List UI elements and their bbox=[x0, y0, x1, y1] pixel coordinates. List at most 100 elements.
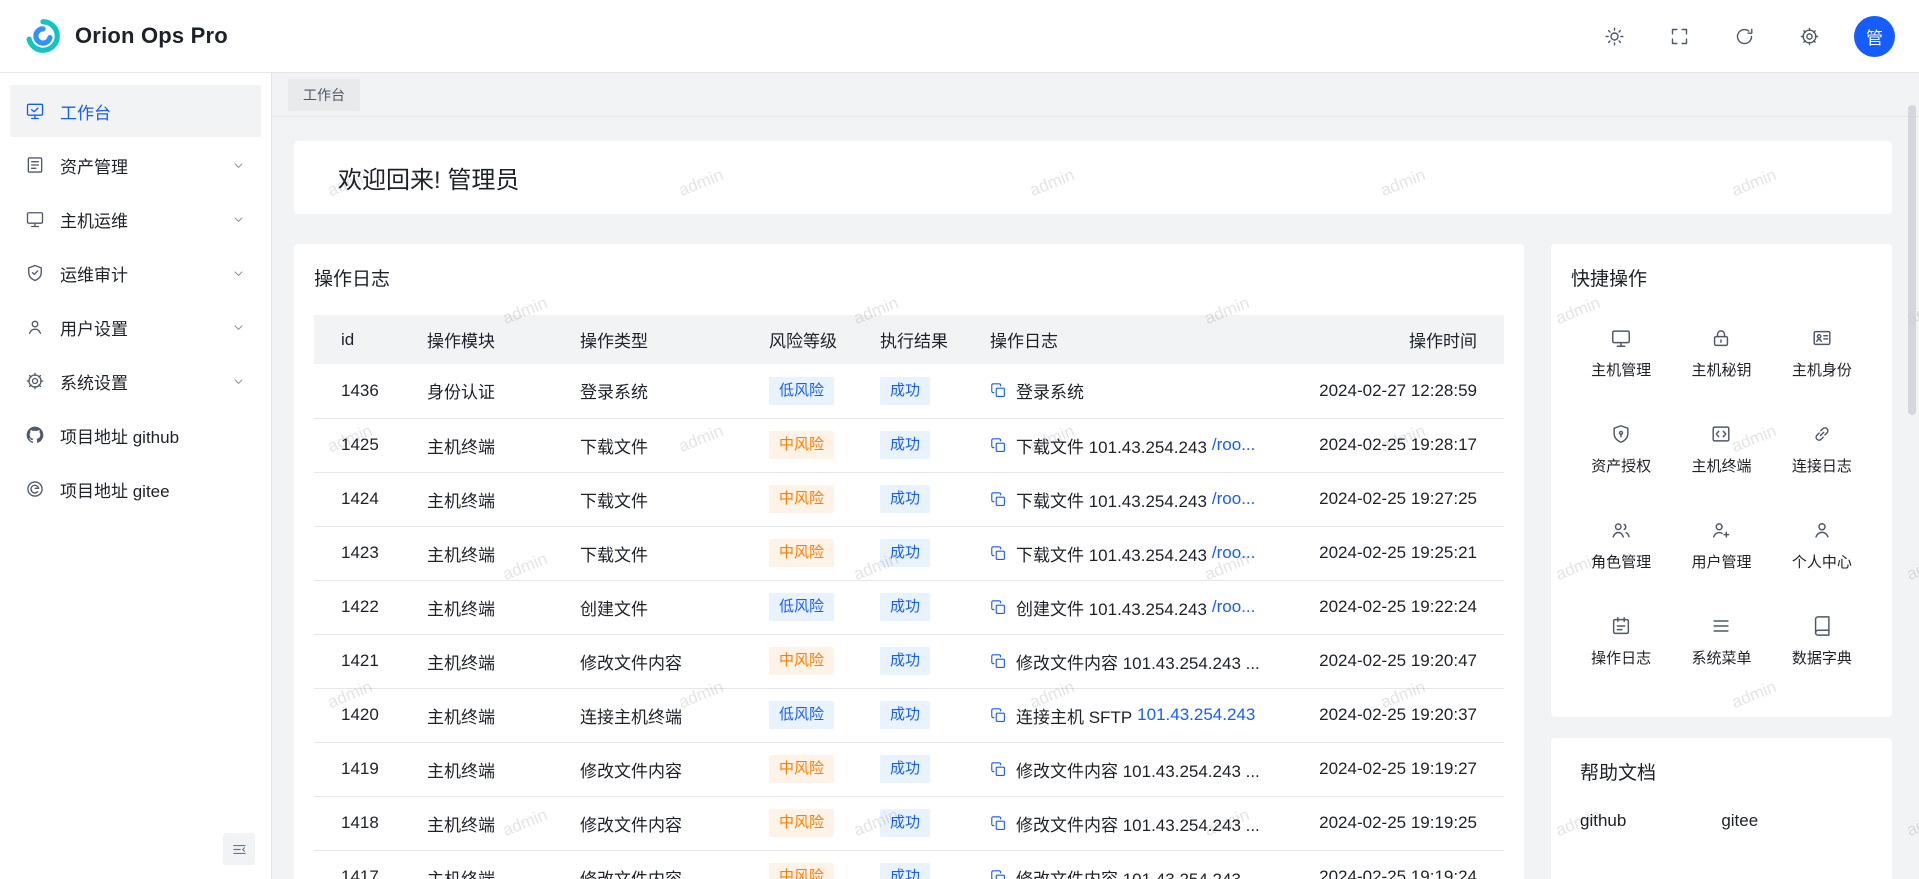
log-table-row: 1425主机终端下载文件中风险成功下载文件 101.43.254.243/roo… bbox=[314, 418, 1504, 472]
sidebar-item-user-settings[interactable]: 用户设置 bbox=[10, 301, 261, 353]
log-link[interactable]: /roo... bbox=[1212, 597, 1255, 617]
log-table-row: 1420主机终端连接主机终端低风险成功连接主机 SFTP101.43.254.2… bbox=[314, 688, 1504, 742]
log-type: 修改文件内容 bbox=[580, 634, 769, 688]
log-time: 2024-02-25 19:25:21 bbox=[1289, 526, 1504, 580]
gear-icon bbox=[25, 371, 45, 391]
copy-icon[interactable] bbox=[990, 761, 1007, 778]
quick-action-menu[interactable]: 系统菜单 bbox=[1671, 593, 1771, 689]
user-avatar[interactable]: 管 bbox=[1854, 16, 1895, 57]
quick-action-label: 角色管理 bbox=[1591, 551, 1651, 572]
user-icon bbox=[1811, 519, 1833, 541]
github-icon bbox=[25, 425, 45, 445]
log-message-cell: 修改文件内容 101.43.254.243 ... bbox=[990, 865, 1289, 879]
sidebar-item-host-ops[interactable]: 主机运维 bbox=[10, 193, 261, 245]
help-link[interactable]: github bbox=[1580, 811, 1626, 831]
quick-action-label: 主机管理 bbox=[1591, 359, 1651, 380]
quick-action-role[interactable]: 角色管理 bbox=[1571, 497, 1671, 593]
welcome-message: 欢迎回来! 管理员 bbox=[338, 160, 519, 195]
sidebar-item-system-settings[interactable]: 系统设置 bbox=[10, 355, 261, 407]
log-time: 2024-02-25 19:19:27 bbox=[1289, 742, 1504, 796]
log-link[interactable]: /roo... bbox=[1212, 489, 1255, 509]
sidebar-item-workbench[interactable]: 工作台 bbox=[10, 85, 261, 137]
copy-icon[interactable] bbox=[990, 545, 1007, 562]
theme-toggle-button[interactable] bbox=[1594, 16, 1634, 56]
copy-icon[interactable] bbox=[990, 869, 1007, 879]
sidebar-menu: 工作台资产管理主机运维运维审计用户设置系统设置项目地址 github 项目地址 g… bbox=[0, 85, 271, 515]
log-message-cell: 修改文件内容 101.43.254.243 ... bbox=[990, 757, 1289, 782]
sidebar-item-ops-audit[interactable]: 运维审计 bbox=[10, 247, 261, 299]
sidebar-item-github[interactable]: 项目地址 github bbox=[10, 409, 261, 461]
gitee-icon bbox=[25, 479, 45, 499]
log-message: 创建文件 101.43.254.243 bbox=[1016, 595, 1207, 620]
log-type: 修改文件内容 bbox=[580, 742, 769, 796]
log-link[interactable]: 101.43.254.243 bbox=[1137, 705, 1255, 725]
log-link[interactable]: /roo... bbox=[1212, 543, 1255, 563]
operation-log-tbody: 1436身份认证登录系统低风险成功登录系统2024-02-27 12:28:59… bbox=[314, 364, 1504, 879]
help-docs-card: 帮助文档 githubgitee bbox=[1551, 738, 1892, 879]
result-badge: 成功 bbox=[880, 647, 930, 675]
log-module: 主机终端 bbox=[427, 742, 580, 796]
quick-action-user[interactable]: 个人中心 bbox=[1772, 497, 1872, 593]
result-badge: 成功 bbox=[880, 539, 930, 567]
sidebar: 工作台资产管理主机运维运维审计用户设置系统设置项目地址 github 项目地址 g… bbox=[0, 73, 272, 879]
quick-action-terminal[interactable]: 主机终端 bbox=[1671, 401, 1771, 497]
result-badge: 成功 bbox=[880, 755, 930, 783]
settings-button[interactable] bbox=[1789, 16, 1829, 56]
result-badge: 成功 bbox=[880, 377, 930, 405]
copy-icon[interactable] bbox=[990, 491, 1007, 508]
chevron-down-icon bbox=[231, 158, 246, 173]
quick-action-identity[interactable]: 主机身份 bbox=[1772, 305, 1872, 401]
log-table-row: 1417主机终端修改文件内容中风险成功修改文件内容 101.43.254.243… bbox=[314, 850, 1504, 879]
sidebar-item-label: 项目地址 github bbox=[60, 423, 246, 448]
log-module: 主机终端 bbox=[427, 688, 580, 742]
quick-action-label: 主机秘钥 bbox=[1691, 359, 1751, 380]
log-id: 1419 bbox=[314, 742, 427, 796]
risk-level-badge: 中风险 bbox=[769, 431, 834, 459]
grant-icon bbox=[1610, 423, 1632, 445]
sidebar-item-assets[interactable]: 资产管理 bbox=[10, 139, 261, 191]
copy-icon[interactable] bbox=[990, 437, 1007, 454]
dashboard-icon bbox=[25, 101, 45, 121]
sidebar-item-label: 主机运维 bbox=[60, 207, 216, 232]
log-type: 修改文件内容 bbox=[580, 850, 769, 879]
quick-action-label: 个人中心 bbox=[1792, 551, 1852, 572]
copy-icon[interactable] bbox=[990, 815, 1007, 832]
log-type: 连接主机终端 bbox=[580, 688, 769, 742]
app-title: Orion Ops Pro bbox=[75, 23, 228, 49]
chevron-down-icon bbox=[231, 266, 246, 281]
log-link[interactable]: /roo... bbox=[1212, 435, 1255, 455]
quick-action-oplog[interactable]: 操作日志 bbox=[1571, 593, 1671, 689]
quick-action-host[interactable]: 主机管理 bbox=[1571, 305, 1671, 401]
user-icon bbox=[25, 317, 45, 337]
quick-action-key[interactable]: 主机秘钥 bbox=[1671, 305, 1771, 401]
app-brand: Orion Ops Pro bbox=[24, 17, 228, 55]
help-link[interactable]: gitee bbox=[1721, 811, 1758, 831]
role-icon bbox=[1610, 519, 1632, 541]
log-time: 2024-02-25 19:19:24 bbox=[1289, 850, 1504, 879]
copy-icon[interactable] bbox=[990, 707, 1007, 724]
log-module: 主机终端 bbox=[427, 850, 580, 879]
column-header-time: 操作时间 bbox=[1289, 315, 1504, 364]
quick-action-user-add[interactable]: 用户管理 bbox=[1671, 497, 1771, 593]
quick-action-link[interactable]: 连接日志 bbox=[1772, 401, 1872, 497]
fullscreen-button[interactable] bbox=[1659, 16, 1699, 56]
quick-action-grant[interactable]: 资产授权 bbox=[1571, 401, 1671, 497]
quick-actions-card: 快捷操作 主机管理主机秘钥主机身份资产授权主机终端连接日志角色管理用户管理个人中… bbox=[1551, 244, 1892, 717]
copy-icon[interactable] bbox=[990, 382, 1007, 399]
log-message-cell: 修改文件内容 101.43.254.243 ... bbox=[990, 649, 1289, 674]
audit-icon bbox=[25, 263, 45, 283]
log-message: 修改文件内容 101.43.254.243 ... bbox=[1016, 757, 1260, 782]
vertical-scrollbar-thumb[interactable] bbox=[1908, 105, 1916, 415]
app-header: Orion Ops Pro 管 bbox=[0, 0, 1919, 73]
tab-workbench[interactable]: 工作台 bbox=[288, 79, 360, 111]
dashboard-row: 操作日志 id 操作模块 操作类型 风险等级 执行结果 操作日志 bbox=[294, 244, 1892, 879]
log-type: 登录系统 bbox=[580, 364, 769, 418]
log-type: 创建文件 bbox=[580, 580, 769, 634]
quick-action-dict[interactable]: 数据字典 bbox=[1772, 593, 1872, 689]
copy-icon[interactable] bbox=[990, 653, 1007, 670]
collapse-sidebar-button[interactable] bbox=[223, 833, 255, 865]
refresh-button[interactable] bbox=[1724, 16, 1764, 56]
copy-icon[interactable] bbox=[990, 599, 1007, 616]
sidebar-item-gitee[interactable]: 项目地址 gitee bbox=[10, 463, 261, 515]
quick-action-label: 连接日志 bbox=[1792, 455, 1852, 476]
